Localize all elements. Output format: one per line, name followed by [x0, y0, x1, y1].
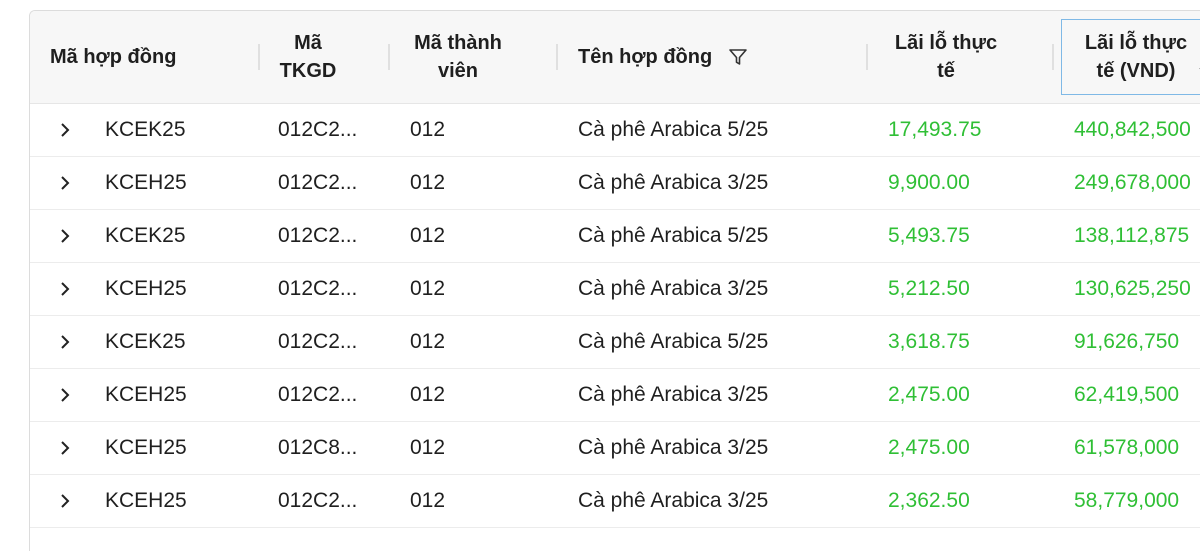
- cell-pl: 2,475.00: [888, 436, 970, 459]
- cell-pl: 3,618.75: [888, 330, 970, 353]
- column-header-pl[interactable]: Lãi lỗ thực tế: [876, 11, 1016, 103]
- cell-member: 012: [410, 171, 446, 194]
- column-header-pl-vnd[interactable]: Lãi lỗ thực tế (VND): [1061, 19, 1200, 95]
- cell-member: 012: [410, 118, 446, 141]
- cell-account: 012C2...: [278, 330, 358, 353]
- cell-contract-code: KCEH25: [105, 383, 187, 406]
- column-header-label: Lãi lỗ thực tế (VND): [1084, 32, 1188, 82]
- cell-account: 012C2...: [278, 224, 358, 247]
- chevron-right-icon[interactable]: [58, 369, 72, 421]
- filter-icon[interactable]: [728, 47, 748, 67]
- cell-contract-name: Cà phê Arabica 5/25: [578, 330, 769, 353]
- cell-contract-code: KCEK25: [105, 224, 186, 247]
- column-header-account[interactable]: Mã TKGD: [262, 11, 354, 103]
- cell-pl: 2,362.50: [888, 489, 970, 512]
- cell-pl-vnd: 58,779,000: [1074, 489, 1180, 512]
- cell-member: 012: [410, 489, 446, 512]
- cell-contract-code: KCEH25: [105, 436, 187, 459]
- column-header-member[interactable]: Mã thành viên: [402, 11, 514, 103]
- cell-pl-vnd: 91,626,750: [1074, 330, 1180, 353]
- cell-pl-vnd: 249,678,000: [1074, 171, 1191, 194]
- column-header-label: Tên hợp đồng: [578, 46, 713, 68]
- cell-account: 012C2...: [278, 383, 358, 406]
- chevron-right-icon[interactable]: [58, 104, 72, 156]
- table-row[interactable]: KCEK25 012C2... 012 Cà phê Arabica 5/25 5,49…: [30, 210, 1200, 263]
- cell-contract-name: Cà phê Arabica 3/25: [578, 171, 769, 194]
- cell-pl: 5,493.75: [888, 224, 970, 247]
- chevron-right-icon[interactable]: [58, 422, 72, 474]
- column-resize-handle[interactable]: [556, 44, 558, 70]
- cell-account: 012C2...: [278, 171, 358, 194]
- cell-contract-name: Cà phê Arabica 3/25: [578, 436, 769, 459]
- cell-account: 012C2...: [278, 489, 358, 512]
- cell-contract-name: Cà phê Arabica 5/25: [578, 118, 769, 141]
- chevron-right-icon[interactable]: [58, 263, 72, 315]
- chevron-right-icon[interactable]: [58, 210, 72, 262]
- cell-pl: 17,493.75: [888, 118, 982, 141]
- column-resize-handle[interactable]: [1052, 44, 1054, 70]
- cell-pl-vnd: 440,842,500: [1074, 118, 1191, 141]
- cell-contract-name: Cà phê Arabica 3/25: [578, 277, 769, 300]
- cell-pl-vnd: 62,419,500: [1074, 383, 1180, 406]
- cell-contract-code: KCEH25: [105, 171, 187, 194]
- column-header-label: Mã thành viên: [414, 32, 502, 82]
- column-header-label: Lãi lỗ thực tế: [894, 32, 998, 82]
- cell-contract-name: Cà phê Arabica 5/25: [578, 224, 769, 247]
- table-row[interactable]: KCEH25 012C2... 012 Cà phê Arabica 3/25 2,36…: [30, 475, 1200, 528]
- table-row[interactable]: KCEH25 012C2... 012 Cà phê Arabica 3/25 5,21…: [30, 263, 1200, 316]
- cell-contract-code: KCEK25: [105, 118, 186, 141]
- table-row[interactable]: KCEK25 012C2... 012 Cà phê Arabica 5/25 17,4…: [30, 104, 1200, 157]
- chevron-right-icon[interactable]: [58, 157, 72, 209]
- cell-pl: 9,900.00: [888, 171, 970, 194]
- cell-pl-vnd: 130,625,250: [1074, 277, 1191, 300]
- cell-contract-name: Cà phê Arabica 3/25: [578, 383, 769, 406]
- cell-contract-name: Cà phê Arabica 3/25: [578, 489, 769, 512]
- table-row[interactable]: KCEH25 012C2... 012 Cà phê Arabica 3/25 9,90…: [30, 157, 1200, 210]
- column-header-label: Mã hợp đồng: [50, 46, 177, 68]
- cell-member: 012: [410, 330, 446, 353]
- table-row[interactable]: KCEK25 012C2... 012 Cà phê Arabica 5/25 3,61…: [30, 316, 1200, 369]
- chevron-right-icon[interactable]: [58, 316, 72, 368]
- cell-contract-code: KCEK25: [105, 330, 186, 353]
- column-resize-handle[interactable]: [258, 44, 260, 70]
- cell-pl: 2,475.00: [888, 383, 970, 406]
- column-header-contract-code[interactable]: Mã hợp đồng: [50, 11, 250, 103]
- cell-contract-code: KCEH25: [105, 277, 187, 300]
- cell-account: 012C2...: [278, 277, 358, 300]
- cell-contract-code: KCEH25: [105, 489, 187, 512]
- cell-pl-vnd: 138,112,875: [1074, 224, 1190, 247]
- cell-member: 012: [410, 436, 446, 459]
- cell-account: 012C8...: [278, 436, 358, 459]
- cell-member: 012: [410, 277, 446, 300]
- column-header-label: Mã TKGD: [279, 32, 337, 82]
- table-body: KCEK25 012C2... 012 Cà phê Arabica 5/25 17,4…: [30, 104, 1200, 528]
- cell-account: 012C2...: [278, 118, 358, 141]
- chevron-right-icon[interactable]: [58, 475, 72, 527]
- table-header: Mã hợp đồng Mã TKGD Mã thành viên Tên hợ…: [30, 11, 1200, 104]
- column-header-contract-name[interactable]: Tên hợp đồng: [578, 11, 838, 103]
- cell-member: 012: [410, 383, 446, 406]
- contracts-table: Mã hợp đồng Mã TKGD Mã thành viên Tên hợ…: [29, 10, 1200, 551]
- column-resize-handle[interactable]: [866, 44, 868, 70]
- table-row[interactable]: KCEH25 012C2... 012 Cà phê Arabica 3/25 2,47…: [30, 369, 1200, 422]
- cell-member: 012: [410, 224, 446, 247]
- column-resize-handle[interactable]: [388, 44, 390, 70]
- table-row[interactable]: KCEH25 012C8... 012 Cà phê Arabica 3/25 2,47…: [30, 422, 1200, 475]
- cell-pl: 5,212.50: [888, 277, 970, 300]
- cell-pl-vnd: 61,578,000: [1074, 436, 1180, 459]
